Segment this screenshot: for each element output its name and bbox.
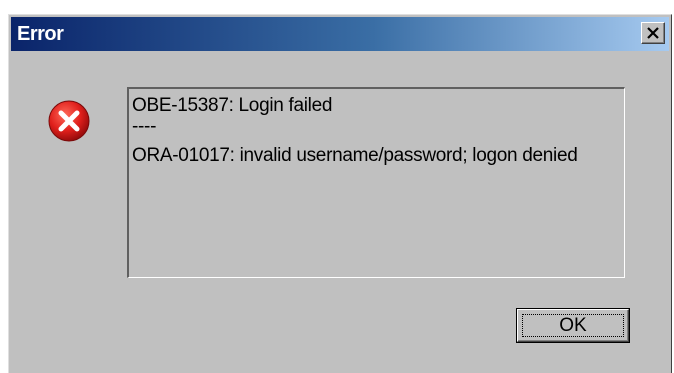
message-line-3: ORA-01017: invalid username/password; lo… [132, 145, 578, 166]
close-button[interactable] [641, 22, 665, 44]
title-bar[interactable]: Error [11, 17, 669, 51]
ok-button-label: OK [559, 315, 587, 336]
ok-button[interactable]: OK [516, 308, 630, 343]
close-icon [647, 27, 659, 39]
error-dialog: Error OBE-15387: Login failed ---- ORA-0… [8, 14, 672, 373]
window-title: Error [17, 23, 64, 45]
message-text-area: OBE-15387: Login failed ---- ORA-01017: … [127, 87, 625, 278]
error-icon [48, 100, 90, 142]
message-separator: ---- [132, 116, 157, 137]
message-line-1: OBE-15387: Login failed [132, 95, 333, 116]
